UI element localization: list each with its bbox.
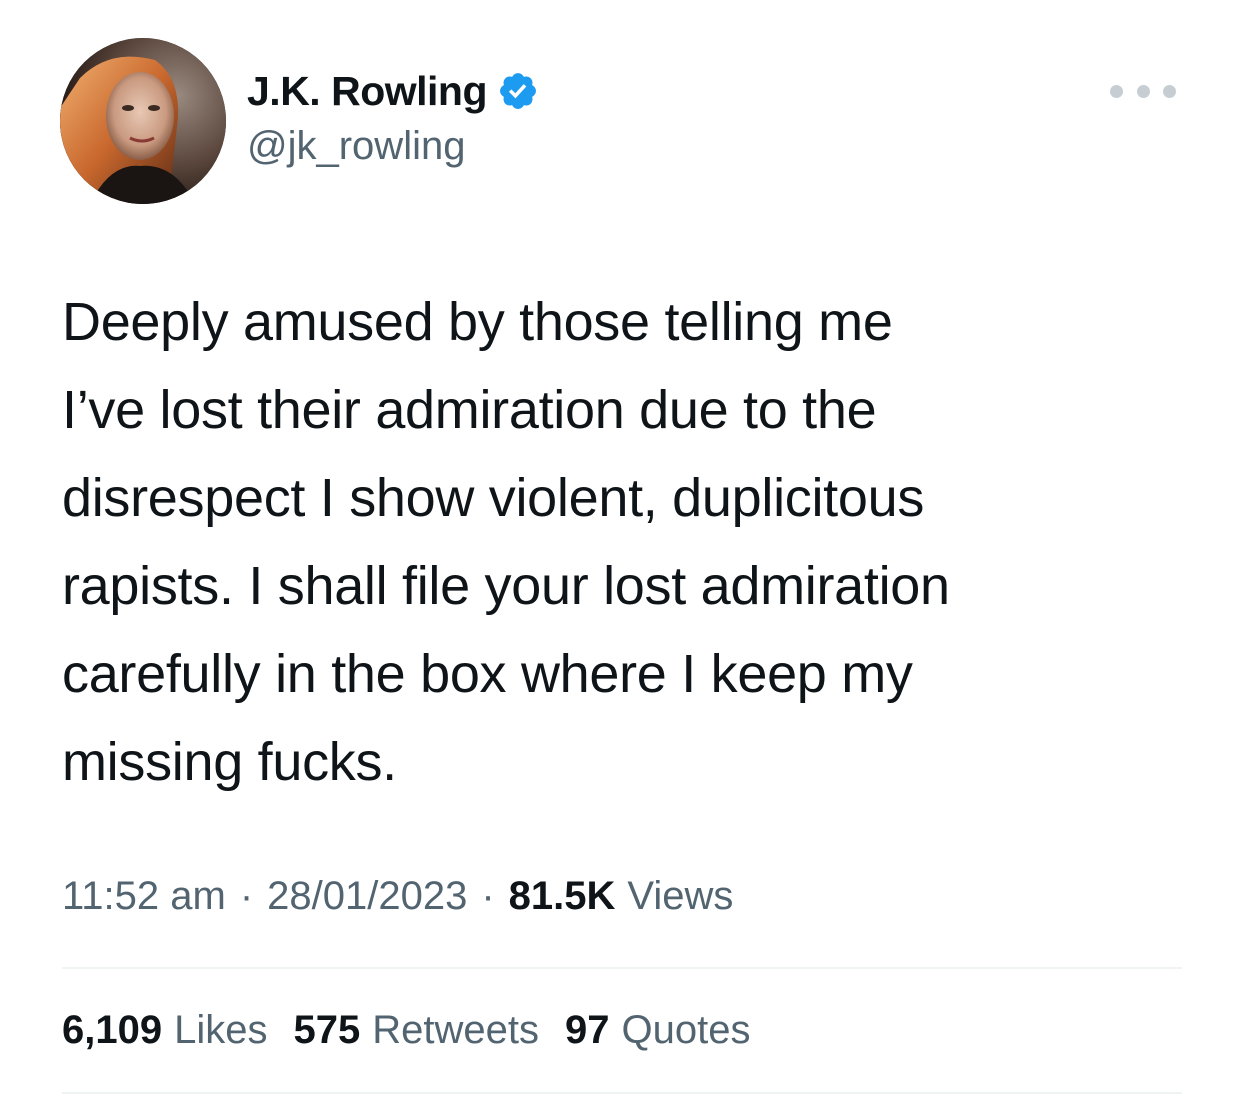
divider xyxy=(62,967,1182,969)
verified-badge-icon xyxy=(497,70,539,112)
divider xyxy=(62,1092,1182,1094)
display-name[interactable]: J.K. Rowling xyxy=(247,68,488,115)
user-handle[interactable]: @jk_rowling xyxy=(247,124,465,169)
likes-count: 6,109 xyxy=(62,1008,163,1052)
likes-stat[interactable]: 6,109 Likes xyxy=(62,1008,268,1053)
tweet-text: Deeply amused by those telling me I’ve l… xyxy=(62,292,950,792)
views-count: 81.5K xyxy=(508,874,616,918)
quotes-stat[interactable]: 97 Quotes xyxy=(565,1008,750,1053)
quotes-label: Quotes xyxy=(621,1008,751,1052)
quotes-count: 97 xyxy=(565,1008,610,1052)
author-name-row[interactable]: J.K. Rowling xyxy=(247,66,539,116)
dot-icon xyxy=(1110,84,1123,98)
tweet-time[interactable]: 11:52 am xyxy=(62,874,226,919)
meta-separator: · xyxy=(481,874,495,918)
meta-separator: · xyxy=(239,874,254,918)
likes-label: Likes xyxy=(174,1008,268,1052)
tweet-date[interactable]: 28/01/2023 xyxy=(267,874,467,919)
avatar[interactable] xyxy=(60,38,226,204)
retweets-count: 575 xyxy=(293,1008,361,1052)
dot-icon xyxy=(1163,84,1176,98)
dot-icon xyxy=(1136,84,1150,98)
retweets-label: Retweets xyxy=(372,1008,539,1052)
engagement-stats: 6,109 Likes 575 Retweets 97 Quotes xyxy=(62,1008,776,1053)
tweet-card: J.K. Rowling @jk_rowling Deeply amused b… xyxy=(0,0,1242,1112)
tweet-meta: 11:52 am · 28/01/2023 · 81.5K Views xyxy=(62,874,733,919)
views-label: Views xyxy=(627,874,734,918)
more-options-icon[interactable] xyxy=(1110,76,1176,106)
retweets-stat[interactable]: 575 Retweets xyxy=(294,1008,540,1053)
